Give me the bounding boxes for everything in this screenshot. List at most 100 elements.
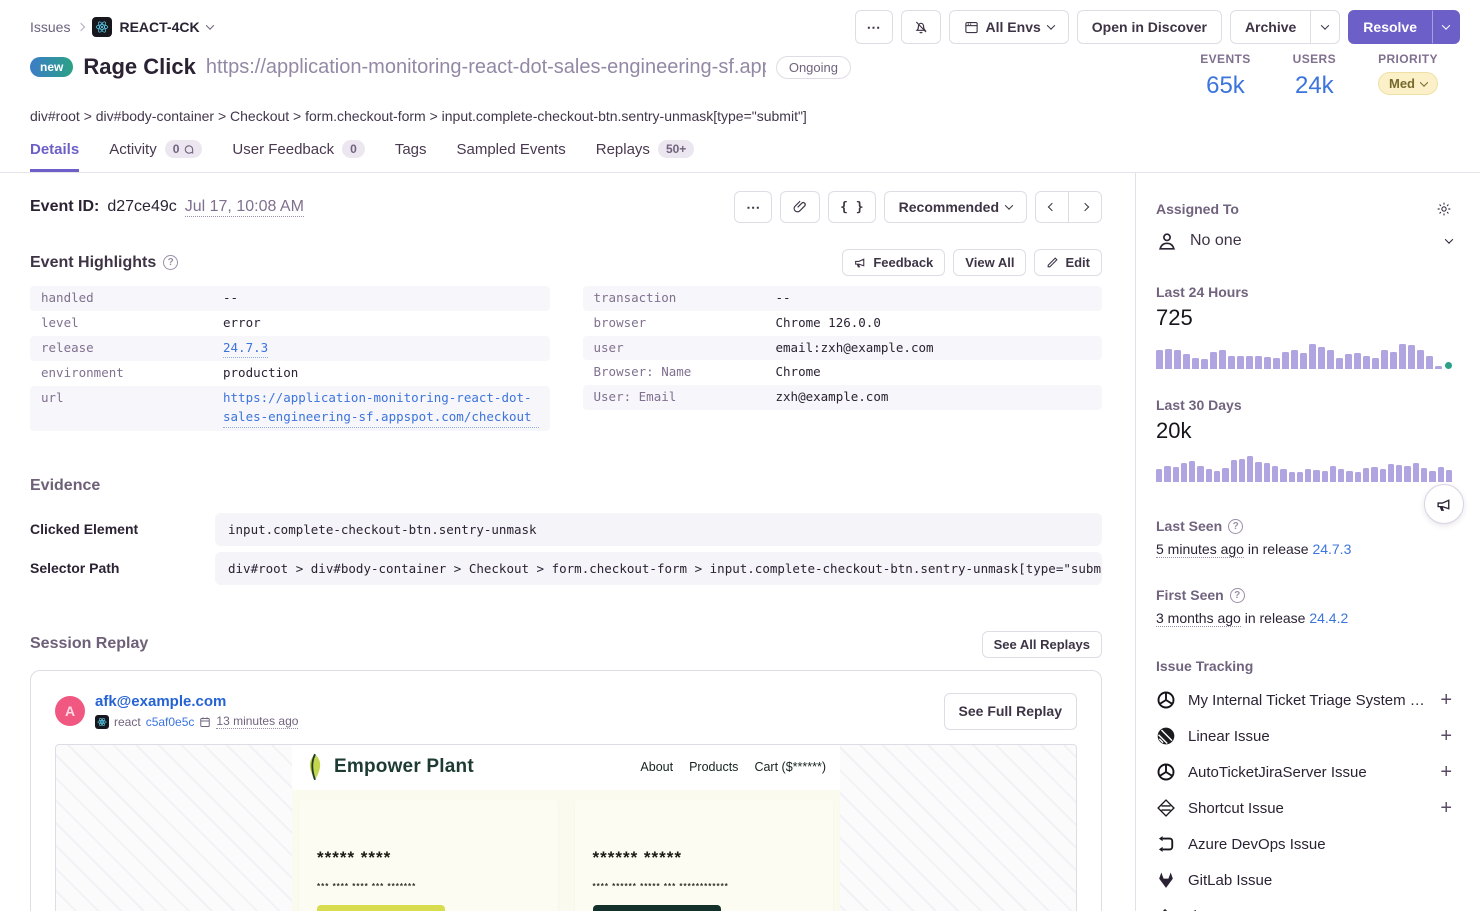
issue-tracking-row[interactable]: Azure DevOps Issue bbox=[1156, 826, 1452, 862]
resolve-dropdown-button[interactable] bbox=[1432, 10, 1460, 44]
view-json-button[interactable]: { } bbox=[828, 191, 875, 223]
product-card: ***** **** *** **** **** *** ******* Add… bbox=[299, 800, 558, 911]
highlight-row: levelerror bbox=[30, 311, 550, 336]
highlight-row: browserChrome 126.0.0 bbox=[583, 311, 1103, 336]
tab-sampled-events[interactable]: Sampled Events bbox=[457, 140, 566, 172]
replay-id-link[interactable]: c5af0e5c bbox=[146, 715, 195, 729]
copy-link-button[interactable] bbox=[780, 191, 820, 223]
assignee-value: No one bbox=[1190, 232, 1446, 250]
tab-activity[interactable]: Activity 0 bbox=[109, 140, 202, 172]
next-event-button[interactable] bbox=[1069, 191, 1102, 223]
chevron-down-icon bbox=[1420, 78, 1428, 86]
view-all-button[interactable]: View All bbox=[953, 249, 1026, 276]
status-badge: Ongoing bbox=[776, 56, 851, 79]
see-all-replays-button[interactable]: See All Replays bbox=[982, 631, 1102, 658]
issue-actions: ⋯ All Envs Open in Discover Archive Reso… bbox=[855, 10, 1460, 44]
assignee-selector[interactable]: No one bbox=[1156, 230, 1452, 252]
archive-button[interactable]: Archive bbox=[1230, 10, 1311, 44]
curly-braces-icon: { } bbox=[840, 200, 863, 215]
ticket-system-icon bbox=[1156, 762, 1176, 782]
last-seen-ago[interactable]: 5 minutes ago bbox=[1156, 541, 1244, 558]
replayed-app: Empower Plant About Products Cart ($****… bbox=[292, 745, 840, 911]
edit-highlights-button[interactable]: Edit bbox=[1034, 249, 1102, 276]
help-icon[interactable]: ? bbox=[1228, 519, 1243, 534]
environment-selector-button[interactable]: All Envs bbox=[949, 10, 1069, 44]
replay-app-nav: About Products Cart ($******) bbox=[640, 760, 826, 774]
chevron-down-icon bbox=[205, 21, 213, 29]
first-seen-value: 3 months ago in release 24.4.2 bbox=[1156, 610, 1452, 626]
last-30d-title: Last 30 Days bbox=[1156, 397, 1452, 413]
highlights-table-left: handled-- levelerror release24.7.3 envir… bbox=[30, 286, 550, 431]
tab-replays[interactable]: Replays50+ bbox=[596, 140, 695, 172]
breadcrumb-issues-link[interactable]: Issues bbox=[30, 19, 70, 35]
issue-stats: EVENTS 65k USERS 24k PRIORITY Med bbox=[1200, 52, 1450, 100]
tab-user-feedback[interactable]: User Feedback0 bbox=[232, 140, 364, 172]
ticket-system-icon bbox=[1156, 690, 1176, 710]
person-icon bbox=[1156, 230, 1178, 252]
help-icon[interactable]: ? bbox=[163, 255, 178, 270]
issue-title: Rage Click bbox=[83, 54, 196, 80]
nav-about: About bbox=[640, 760, 673, 774]
add-issue-button[interactable]: + bbox=[1440, 762, 1452, 782]
archive-dropdown-button[interactable] bbox=[1311, 10, 1340, 44]
issue-tracking-row[interactable]: Linear Issue + bbox=[1156, 718, 1452, 754]
add-issue-button[interactable]: + bbox=[1440, 798, 1452, 818]
gitlab-icon bbox=[1156, 870, 1176, 890]
add-to-cart-button: Add to cart — $****** bbox=[593, 905, 721, 911]
priority-selector[interactable]: Med bbox=[1378, 72, 1438, 95]
replay-user-link[interactable]: afk@example.com bbox=[95, 693, 226, 710]
issue-header: new Rage Click https://application-monit… bbox=[0, 42, 1480, 100]
issue-tracking-row[interactable]: My Internal Ticket Triage System Issue + bbox=[1156, 682, 1452, 718]
last-24h-chart[interactable] bbox=[1156, 339, 1452, 369]
more-actions-button[interactable]: ⋯ bbox=[855, 10, 893, 44]
release-link[interactable]: 24.7.3 bbox=[223, 339, 268, 359]
highlight-row: transaction-- bbox=[583, 286, 1103, 311]
url-link[interactable]: https://application-monitoring-react-dot… bbox=[223, 389, 539, 428]
chevron-left-icon bbox=[1048, 203, 1056, 211]
first-seen-title: First Seen? bbox=[1156, 587, 1452, 603]
empower-plant-brand: Empower Plant bbox=[304, 753, 474, 781]
see-full-replay-button[interactable]: See Full Replay bbox=[944, 693, 1077, 730]
project-selector[interactable]: REACT-4CK bbox=[92, 17, 212, 37]
react-project-icon bbox=[92, 17, 112, 37]
event-more-button[interactable]: ⋯ bbox=[734, 191, 772, 223]
help-icon[interactable]: ? bbox=[1230, 588, 1245, 603]
first-seen-release-link[interactable]: 24.4.2 bbox=[1309, 610, 1348, 626]
resolve-button[interactable]: Resolve bbox=[1348, 10, 1432, 44]
last-seen-value: 5 minutes ago in release 24.7.3 bbox=[1156, 541, 1452, 557]
event-timestamp[interactable]: Jul 17, 10:08 AM bbox=[185, 198, 304, 217]
event-id-value: d27ce49c bbox=[107, 198, 176, 216]
users-label: USERS bbox=[1293, 52, 1336, 66]
issue-tracking-row[interactable]: Shortcut Issue + bbox=[1156, 790, 1452, 826]
tab-details[interactable]: Details bbox=[30, 140, 79, 172]
previous-event-button[interactable] bbox=[1035, 191, 1069, 223]
tab-tags[interactable]: Tags bbox=[395, 140, 427, 172]
events-count[interactable]: 65k bbox=[1200, 72, 1250, 100]
feedback-fab-button[interactable] bbox=[1424, 484, 1464, 524]
replay-time-ago[interactable]: 13 minutes ago bbox=[216, 714, 298, 729]
assigned-to-title: Assigned To bbox=[1156, 201, 1239, 217]
feedback-button[interactable]: Feedback bbox=[842, 249, 945, 276]
issue-tracking-row[interactable]: AutoTicketJiraServer Issue + bbox=[1156, 754, 1452, 790]
issue-sidebar: Assigned To No one Last 24 Hours 725 Las… bbox=[1135, 173, 1480, 911]
issue-tracking-row[interactable]: Jira Issue bbox=[1156, 898, 1452, 911]
highlight-row: release24.7.3 bbox=[30, 336, 550, 362]
mute-notifications-button[interactable] bbox=[901, 10, 941, 44]
replay-preview[interactable]: Empower Plant About Products Cart ($****… bbox=[55, 744, 1077, 911]
gear-icon[interactable] bbox=[1436, 201, 1452, 217]
evidence-row: Clicked Element input.complete-checkout-… bbox=[30, 513, 1102, 546]
last-30d-chart[interactable] bbox=[1156, 452, 1452, 482]
last-24h-title: Last 24 Hours bbox=[1156, 284, 1452, 300]
event-selector-dropdown[interactable]: Recommended bbox=[884, 191, 1027, 223]
last-seen-release-link[interactable]: 24.7.3 bbox=[1312, 541, 1351, 557]
add-issue-button[interactable]: + bbox=[1440, 690, 1452, 710]
first-seen-ago[interactable]: 3 months ago bbox=[1156, 610, 1241, 627]
add-issue-button[interactable]: + bbox=[1440, 726, 1452, 746]
users-count[interactable]: 24k bbox=[1293, 72, 1336, 100]
issue-tracking-row[interactable]: GitLab Issue bbox=[1156, 862, 1452, 898]
event-highlights-title: Event Highlights ? bbox=[30, 254, 178, 272]
open-in-discover-button[interactable]: Open in Discover bbox=[1077, 10, 1222, 44]
megaphone-icon bbox=[854, 256, 867, 269]
evidence-title: Evidence bbox=[30, 477, 1102, 495]
plant-logo-icon bbox=[304, 753, 326, 781]
